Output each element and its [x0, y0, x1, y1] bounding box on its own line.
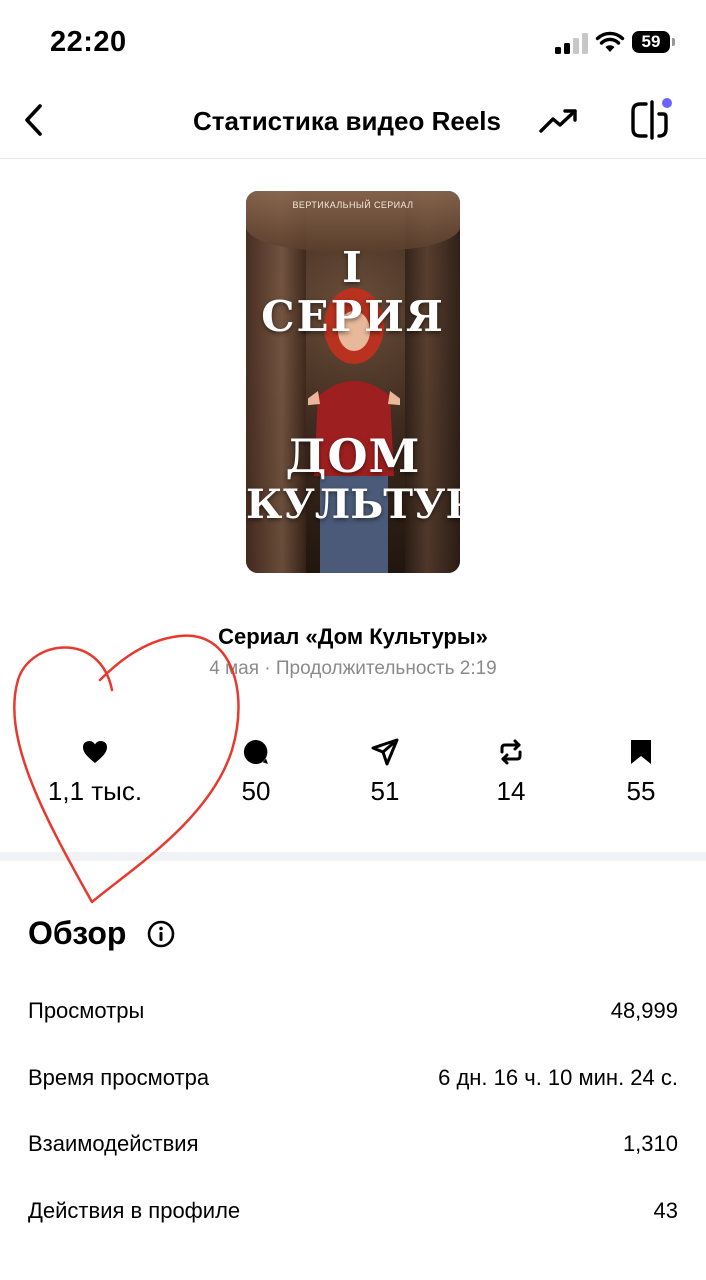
thumbnail-title-line1: ДОМ	[285, 429, 421, 483]
saves-metric: 55	[571, 738, 706, 807]
overview-row-value: 48,999	[610, 998, 678, 1023]
likes-count: 1,1 тыс.	[47, 776, 143, 806]
page-title: Статистика видео Reels	[193, 106, 501, 136]
overview-row-profile-actions: Действия в профиле 43	[28, 1198, 678, 1238]
overview-row-watch-time: Время просмотра 6 дн. 16 ч. 10 мин. 24 с…	[28, 1065, 678, 1105]
cellular-signal-icon	[555, 33, 588, 54]
overview-row-label: Действия в профиле	[28, 1198, 241, 1223]
video-thumbnail[interactable]: ВЕРТИКАЛЬНЫЙ СЕРИАЛ I СЕРИЯ ДОМ КУЛЬТУРЫ	[246, 191, 460, 573]
overview-row-label: Просмотры	[28, 998, 145, 1023]
overview-row-views: Просмотры 48,999	[28, 998, 678, 1038]
likes-metric: 1,1 тыс.	[25, 738, 165, 807]
overview-row-value: 43	[653, 1198, 678, 1223]
battery-tip	[672, 38, 675, 46]
comments-metric: 50	[186, 738, 326, 807]
section-divider	[0, 852, 706, 861]
comments-count: 50	[241, 776, 271, 806]
battery-indicator: 59	[632, 31, 676, 53]
share-icon	[371, 738, 399, 766]
heart-icon	[83, 741, 107, 763]
video-title: Сериал «Дом Культуры»	[218, 624, 488, 649]
wifi-icon	[595, 31, 625, 52]
overview-row-label: Взаимодействия	[28, 1131, 199, 1156]
battery-level: 59	[632, 31, 670, 53]
thumbnail-subtitle: ВЕРТИКАЛЬНЫЙ СЕРИАЛ	[292, 200, 414, 210]
repost-icon	[500, 739, 522, 765]
overview-row-label: Время просмотра	[28, 1065, 210, 1090]
status-time: 22:20	[50, 26, 127, 58]
threads-panel-icon[interactable]	[628, 96, 674, 144]
overview-row-value: 1,310	[622, 1131, 678, 1156]
reposts-metric: 14	[441, 738, 581, 807]
navigation-bar: Статистика видео Reels	[0, 86, 706, 159]
shares-count: 51	[370, 776, 400, 806]
overview-heading: Обзор	[28, 915, 127, 951]
trending-up-icon[interactable]	[538, 106, 580, 136]
info-icon[interactable]	[147, 920, 175, 948]
thumbnail-episode: I СЕРИЯ	[261, 243, 445, 341]
shares-metric: 51	[315, 738, 455, 807]
comment-icon	[243, 739, 268, 764]
overview-row-value: 6 дн. 16 ч. 10 мин. 24 с.	[438, 1065, 678, 1090]
overview-row-interactions: Взаимодействия 1,310	[28, 1131, 678, 1171]
bookmark-icon	[631, 740, 651, 764]
video-meta: 4 мая · Продолжительность 2:19	[209, 658, 497, 679]
status-bar: 22:20 59	[0, 0, 706, 86]
saves-count: 55	[626, 776, 656, 806]
reposts-count: 14	[496, 776, 526, 806]
thumbnail-title-line2: КУЛЬТУРЫ	[246, 481, 460, 528]
